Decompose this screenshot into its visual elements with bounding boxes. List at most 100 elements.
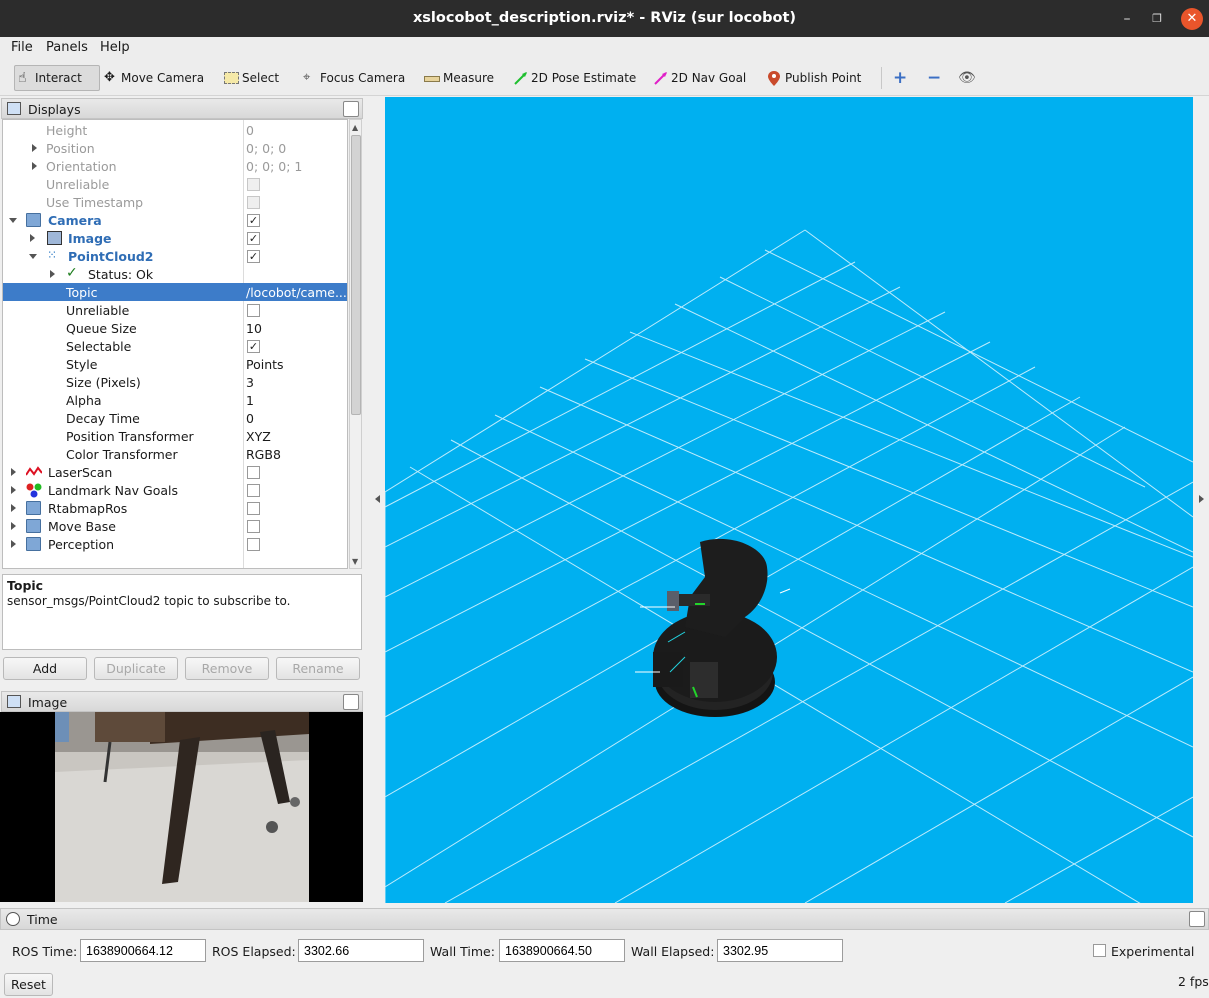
reset-button[interactable]: Reset: [4, 973, 53, 996]
tree-row-unreliable[interactable]: Unreliable: [3, 301, 347, 319]
rtabmapros-enable-checkbox[interactable]: [247, 502, 260, 515]
unreliable-checkbox[interactable]: [247, 178, 260, 191]
menu-panels[interactable]: Panels: [46, 40, 88, 55]
displays-scrollbar[interactable]: ▲ ▼: [349, 119, 362, 569]
property-label: Size (Pixels): [66, 375, 141, 390]
tree-row-laserscan[interactable]: LaserScan: [3, 463, 347, 481]
property-value[interactable]: 10: [246, 321, 347, 336]
move-base-enable-checkbox[interactable]: [247, 520, 260, 533]
measure-tool-button[interactable]: Measure: [424, 65, 494, 91]
scrollbar-thumb[interactable]: [351, 135, 361, 415]
selectable-checkbox[interactable]: ✓: [247, 340, 260, 353]
wall-elapsed-field[interactable]: [717, 939, 843, 962]
tree-row-height[interactable]: Height 0: [3, 121, 347, 139]
expand-arrow-icon[interactable]: [11, 486, 16, 494]
expand-arrow-icon[interactable]: [11, 504, 16, 512]
expand-arrow-icon[interactable]: [11, 468, 16, 476]
tree-row-orientation[interactable]: Orientation 0; 0; 0; 1: [3, 157, 347, 175]
minimize-icon[interactable]: –: [1116, 8, 1138, 30]
duplicate-button[interactable]: Duplicate: [94, 657, 178, 680]
tree-row-color-transformer[interactable]: Color Transformer RGB8: [3, 445, 347, 463]
move-camera-tool-button[interactable]: ✥ Move Camera: [104, 65, 204, 91]
property-value[interactable]: 3: [246, 375, 347, 390]
expand-arrow-icon[interactable]: [50, 270, 55, 278]
property-value[interactable]: /locobot/came...: [246, 285, 347, 300]
maximize-icon[interactable]: ❐: [1146, 8, 1168, 30]
collapse-arrow-icon[interactable]: [9, 218, 17, 223]
tree-row-position[interactable]: Position 0; 0; 0: [3, 139, 347, 157]
remove-button[interactable]: Remove: [185, 657, 269, 680]
rename-button[interactable]: Rename: [276, 657, 360, 680]
expand-arrow-icon[interactable]: [32, 162, 37, 170]
camera-feed-image: [55, 712, 309, 902]
tree-row-size-pixels[interactable]: Size (Pixels) 3: [3, 373, 347, 391]
tree-row-queue-size[interactable]: Queue Size 10: [3, 319, 347, 337]
select-tool-button[interactable]: Select: [224, 65, 279, 91]
interact-tool-button[interactable]: ☝ Interact: [14, 65, 100, 91]
tree-row-use-timestamp[interactable]: Use Timestamp: [3, 193, 347, 211]
scroll-up-icon[interactable]: ▲: [352, 123, 358, 132]
experimental-label: Experimental: [1111, 944, 1195, 959]
tree-row-selectable[interactable]: Selectable ✓: [3, 337, 347, 355]
property-value[interactable]: 1: [246, 393, 347, 408]
add-button[interactable]: Add: [3, 657, 87, 680]
expand-arrow-icon[interactable]: [30, 234, 35, 242]
tree-row-alpha[interactable]: Alpha 1: [3, 391, 347, 409]
3d-render-viewport[interactable]: [385, 97, 1193, 903]
expand-arrow-icon[interactable]: [32, 144, 37, 152]
property-value[interactable]: 0: [246, 411, 347, 426]
property-label: Topic: [66, 285, 98, 300]
tree-row-decay-time[interactable]: Decay Time 0: [3, 409, 347, 427]
laserscan-enable-checkbox[interactable]: [247, 466, 260, 479]
ros-time-field[interactable]: [80, 939, 206, 962]
add-tool-plus-icon[interactable]: +: [893, 65, 907, 91]
menu-help[interactable]: Help: [100, 40, 130, 55]
tree-row-pointcloud2[interactable]: ⁙ PointCloud2 ✓: [3, 247, 347, 265]
float-panel-button[interactable]: [1189, 911, 1205, 927]
ros-elapsed-field[interactable]: [298, 939, 424, 962]
tree-row-topic[interactable]: Topic /locobot/came...: [3, 283, 347, 301]
tree-row-move-base[interactable]: Move Base: [3, 517, 347, 535]
experimental-checkbox[interactable]: [1093, 944, 1106, 957]
collapse-right-dock-icon[interactable]: [1199, 495, 1204, 503]
tree-row-camera[interactable]: Camera ✓: [3, 211, 347, 229]
tree-row-status[interactable]: ✓ Status: Ok: [3, 265, 347, 283]
expand-arrow-icon[interactable]: [11, 540, 16, 548]
property-value[interactable]: XYZ: [246, 429, 347, 444]
menu-file[interactable]: File: [11, 40, 33, 55]
wall-time-field[interactable]: [499, 939, 625, 962]
perception-enable-checkbox[interactable]: [247, 538, 260, 551]
tree-row-style[interactable]: Style Points: [3, 355, 347, 373]
image-enable-checkbox[interactable]: ✓: [247, 232, 260, 245]
tree-row-position-transformer[interactable]: Position Transformer XYZ: [3, 427, 347, 445]
tree-row-image[interactable]: Image ✓: [3, 229, 347, 247]
unreliable-checkbox[interactable]: [247, 304, 260, 317]
nav-goal-tool-button[interactable]: 2D Nav Goal: [654, 65, 746, 91]
scroll-down-icon[interactable]: ▼: [352, 557, 358, 566]
landmark-nav-goals-enable-checkbox[interactable]: [247, 484, 260, 497]
collapse-arrow-icon[interactable]: [29, 254, 37, 259]
close-icon[interactable]: ✕: [1181, 8, 1203, 30]
float-panel-button[interactable]: [343, 694, 359, 710]
publish-point-tool-button[interactable]: Publish Point: [768, 65, 861, 91]
pointcloud2-enable-checkbox[interactable]: ✓: [247, 250, 260, 263]
use-timestamp-checkbox[interactable]: [247, 196, 260, 209]
expand-arrow-icon[interactable]: [11, 522, 16, 530]
eye-icon[interactable]: 👁: [958, 65, 976, 91]
tree-row-perception[interactable]: Perception: [3, 535, 347, 553]
ros-time-label: ROS Time:: [12, 944, 78, 959]
pose-estimate-tool-button[interactable]: 2D Pose Estimate: [514, 65, 636, 91]
property-value: 0; 0; 0: [246, 141, 287, 156]
focus-camera-tool-button[interactable]: ⌖ Focus Camera: [303, 65, 405, 91]
display-label: Perception: [48, 537, 115, 552]
select-label: Select: [242, 71, 280, 85]
property-value[interactable]: RGB8: [246, 447, 347, 462]
tree-row-landmark-nav-goals[interactable]: Landmark Nav Goals: [3, 481, 347, 499]
property-value[interactable]: Points: [246, 357, 347, 372]
float-panel-button[interactable]: [343, 101, 359, 117]
collapse-left-dock-icon[interactable]: [375, 495, 380, 503]
tree-row-unreliable[interactable]: Unreliable: [3, 175, 347, 193]
remove-tool-minus-icon[interactable]: −: [927, 65, 941, 91]
camera-enable-checkbox[interactable]: ✓: [247, 214, 260, 227]
tree-row-rtabmapros[interactable]: RtabmapRos: [3, 499, 347, 517]
